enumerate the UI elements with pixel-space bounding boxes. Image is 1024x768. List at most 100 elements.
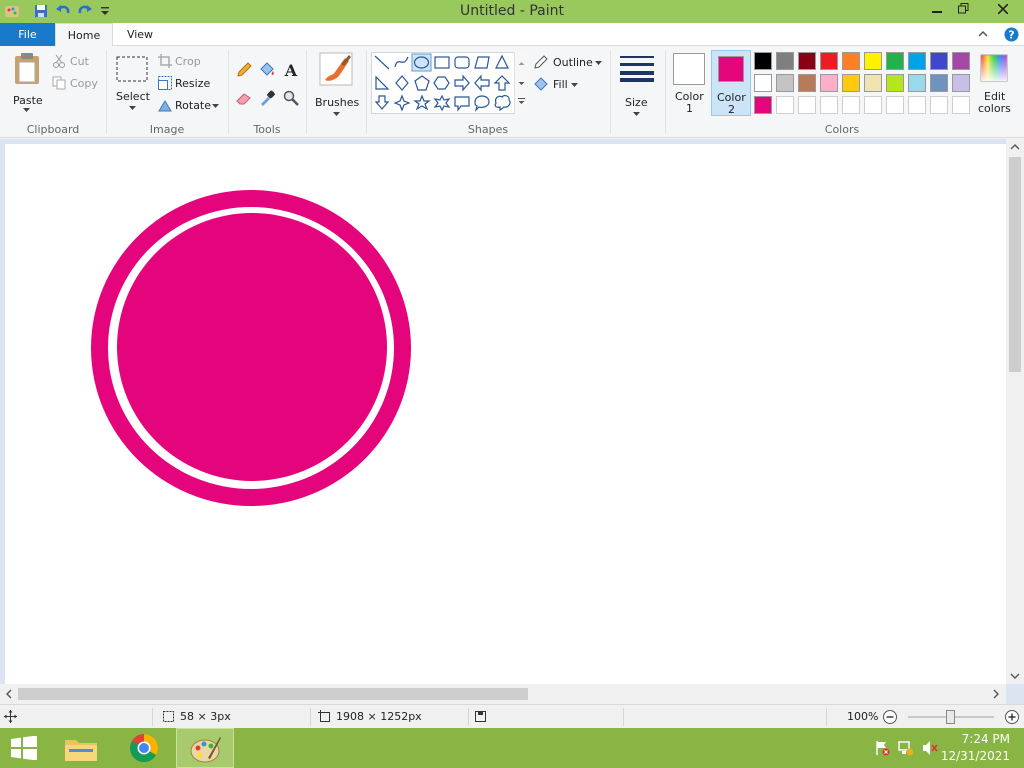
paste-button[interactable]: Paste [6,50,48,118]
help-icon[interactable]: ? [1004,27,1019,42]
fill-bucket-icon[interactable] [259,62,275,78]
palette-color-swatch[interactable] [754,96,772,114]
palette-empty-slot[interactable] [798,96,816,114]
fill-button[interactable]: Fill [533,76,593,92]
tab-file[interactable]: File [0,23,55,46]
brushes-button[interactable]: Brushes [312,52,360,118]
action-center-flag-icon[interactable] [874,740,890,756]
six-point-star-shape-icon[interactable] [433,94,451,112]
palette-empty-slot[interactable] [952,96,970,114]
hexagon-shape-icon[interactable] [433,76,450,90]
up-arrow-shape-icon[interactable] [493,75,511,91]
rectangle-shape-icon[interactable] [434,56,450,69]
edit-colors-button[interactable]: Edit colors [975,52,1013,118]
close-button[interactable] [986,0,1020,22]
palette-color-swatch[interactable] [864,74,882,92]
five-point-star-shape-icon[interactable] [413,94,431,111]
palette-color-swatch[interactable] [776,52,794,70]
palette-empty-slot[interactable] [908,96,926,114]
start-button[interactable] [0,728,58,768]
magnifier-icon[interactable] [283,90,299,106]
palette-color-swatch[interactable] [952,74,970,92]
chrome-taskbar-button[interactable] [115,728,173,768]
zoom-slider-thumb[interactable] [946,710,955,724]
color-picker-icon[interactable] [259,90,275,106]
right-triangle-shape-icon[interactable] [375,75,390,90]
palette-color-swatch[interactable] [864,52,882,70]
color1-number: 1 [686,102,693,115]
cut-button[interactable]: Cut [52,54,100,70]
scroll-up-icon[interactable] [1010,143,1020,151]
palette-color-swatch[interactable] [930,52,948,70]
network-icon[interactable] [898,740,914,756]
collapse-ribbon-icon[interactable] [977,28,989,40]
palette-color-swatch[interactable] [798,74,816,92]
diamond-shape-icon[interactable] [395,75,409,91]
pentagon-shape-icon[interactable] [414,75,430,91]
palette-color-swatch[interactable] [820,52,838,70]
polygon-shape-icon[interactable] [474,56,490,69]
rounded-callout-shape-icon[interactable] [454,96,470,112]
palette-color-swatch[interactable] [930,74,948,92]
palette-color-swatch[interactable] [754,52,772,70]
left-arrow-shape-icon[interactable] [474,74,490,92]
file-explorer-taskbar-button[interactable] [52,728,110,768]
curve-shape-icon[interactable] [394,56,409,68]
color1-button[interactable]: Color 1 [669,50,709,116]
palette-color-swatch[interactable] [842,52,860,70]
text-tool-icon[interactable]: A [283,62,299,78]
zoom-out-icon[interactable] [882,709,898,725]
shapes-scroll[interactable] [514,52,527,114]
palette-color-swatch[interactable] [820,74,838,92]
palette-color-swatch[interactable] [908,52,926,70]
scroll-left-icon[interactable] [5,689,13,699]
line-shape-icon[interactable] [374,55,390,70]
palette-color-swatch[interactable] [754,74,772,92]
size-button[interactable]: Size [616,52,658,118]
palette-color-swatch[interactable] [886,52,904,70]
vertical-scrollbar[interactable] [1006,139,1024,684]
right-arrow-shape-icon[interactable] [454,74,470,92]
restore-button[interactable] [948,0,978,22]
down-arrow-shape-icon[interactable] [374,95,390,110]
horizontal-scroll-thumb[interactable] [18,688,528,700]
zoom-in-icon[interactable] [1004,709,1020,725]
palette-empty-slot[interactable] [842,96,860,114]
tab-home[interactable]: Home [55,23,113,47]
palette-empty-slot[interactable] [864,96,882,114]
palette-empty-slot[interactable] [820,96,838,114]
rounded-rectangle-shape-icon[interactable] [454,56,470,69]
palette-color-swatch[interactable] [776,74,794,92]
eraser-icon[interactable] [236,90,252,106]
palette-color-swatch[interactable] [842,74,860,92]
crop-button[interactable]: Crop [158,54,208,70]
select-button[interactable]: Select [113,54,151,118]
copy-button[interactable]: Copy [52,76,102,92]
pencil-icon[interactable] [236,62,252,78]
taskbar-clock-date[interactable]: 12/31/2021 [941,749,1010,763]
cloud-callout-shape-icon[interactable] [494,94,511,112]
triangle-shape-icon[interactable] [495,54,509,69]
volume-muted-icon[interactable] [922,740,938,756]
drawing-canvas[interactable] [5,144,1006,684]
scroll-right-icon[interactable] [992,689,1000,699]
palette-empty-slot[interactable] [886,96,904,114]
palette-color-swatch[interactable] [798,52,816,70]
palette-empty-slot[interactable] [776,96,794,114]
four-point-star-shape-icon[interactable] [393,94,411,112]
tab-view[interactable]: View [116,23,164,46]
resize-button[interactable]: Resize [158,76,214,92]
oval-callout-shape-icon[interactable] [474,95,490,112]
outline-button[interactable]: Outline [533,54,607,70]
palette-color-swatch[interactable] [952,52,970,70]
palette-empty-slot[interactable] [930,96,948,114]
vertical-scroll-thumb[interactable] [1009,157,1021,372]
palette-color-swatch[interactable] [886,74,904,92]
color2-button[interactable]: Color 2 [711,50,751,116]
horizontal-scrollbar[interactable] [0,684,1006,704]
rotate-button[interactable]: Rotate [158,98,222,114]
taskbar-clock-time[interactable]: 7:24 PM [962,732,1010,746]
scroll-down-icon[interactable] [1010,672,1020,680]
palette-color-swatch[interactable] [908,74,926,92]
paint-taskbar-button[interactable] [176,728,234,768]
